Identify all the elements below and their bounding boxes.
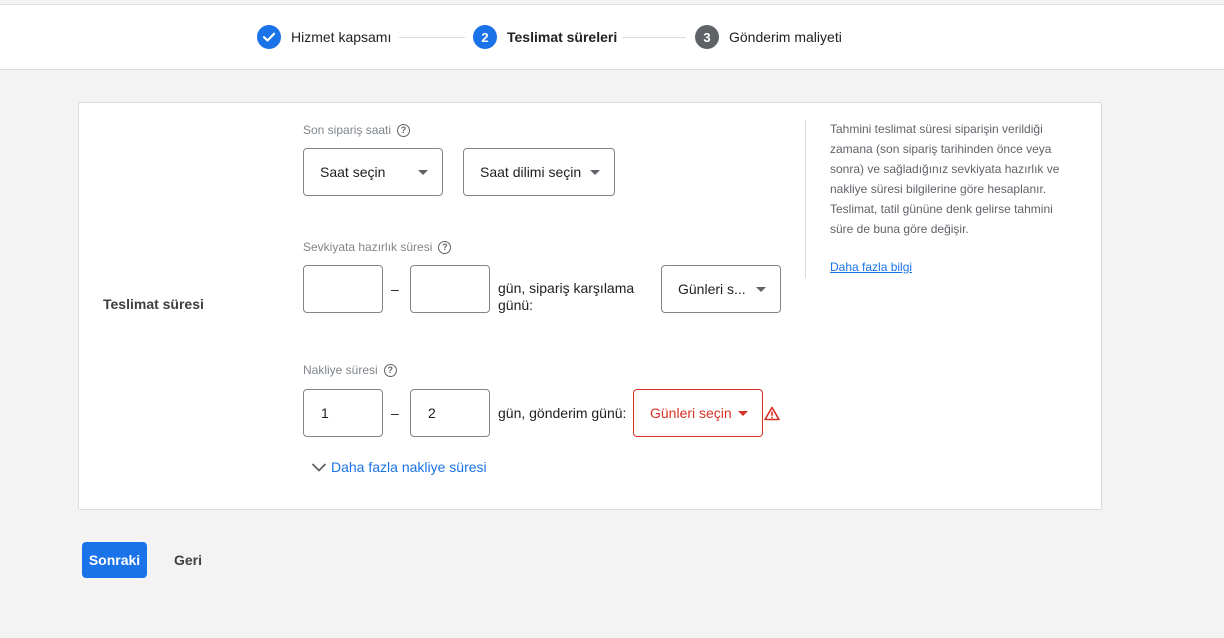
step-number: 2 [473,25,497,49]
dropdown-arrow-icon [590,170,600,175]
handling-min-input[interactable] [303,265,383,313]
transit-label-row: Nakliye süresi ? [303,363,397,377]
transit-max-input[interactable] [410,389,490,437]
step-number: 3 [695,25,719,49]
stepper: Hizmet kapsamı 2 Teslimat süreleri 3 Gön… [0,4,1224,70]
handling-days-select[interactable]: Günleri s... [661,265,781,313]
chevron-down-icon [311,463,327,472]
warning-icon [764,406,780,426]
next-button[interactable]: Sonraki [82,542,147,578]
delivery-time-card: Teslimat süresi Son sipariş saati ? Saat… [78,102,1102,510]
select-value: Saat seçin [320,164,386,180]
cutoff-label-row: Son sipariş saati ? [303,123,411,137]
step-service-scope[interactable]: Hizmet kapsamı [257,25,391,49]
handling-max-input[interactable] [410,265,490,313]
cutoff-time-select[interactable]: Saat seçin [303,148,443,196]
more-transit-label: Daha fazla nakliye süresi [331,459,487,475]
step-connector [399,37,465,38]
handling-label-row: Sevkiyata hazırlık süresi ? [303,240,452,254]
transit-days-select[interactable]: Günleri seçin [633,389,763,437]
timezone-select[interactable]: Saat dilimi seçin [463,148,615,196]
check-icon [257,25,281,49]
step-connector [622,37,686,38]
back-button[interactable]: Geri [160,542,216,578]
step-label: Teslimat süreleri [507,29,618,45]
step-label: Hizmet kapsamı [291,29,392,45]
range-dash: – [391,281,399,297]
select-value: Günleri s... [678,281,746,297]
dropdown-arrow-icon [756,287,766,292]
step-delivery-times[interactable]: 2 Teslimat süreleri [473,25,617,49]
info-divider [805,120,806,278]
learn-more-link[interactable]: Daha fazla bilgi [830,260,912,274]
section-label: Teslimat süresi [103,296,204,312]
handling-label: Sevkiyata hazırlık süresi [303,240,433,254]
step-label: Gönderim maliyeti [729,29,842,45]
select-value: Günleri seçin [650,405,732,421]
handling-suffix: gün, sipariş karşılama günü: [498,280,635,313]
step-shipping-cost[interactable]: 3 Gönderim maliyeti [695,25,842,49]
select-value: Saat dilimi seçin [480,164,582,180]
help-icon[interactable]: ? [438,240,452,254]
info-text: Tahmini teslimat süresi siparişin verild… [830,122,1060,236]
transit-min-input[interactable] [303,389,383,437]
help-icon[interactable]: ? [383,363,397,377]
help-icon[interactable]: ? [397,123,411,137]
dropdown-arrow-icon [738,411,748,416]
transit-suffix: gün, gönderim günü: [498,405,627,421]
cutoff-label: Son sipariş saati [303,123,392,137]
dropdown-arrow-icon [418,170,428,175]
more-transit-times-link[interactable]: Daha fazla nakliye süresi [311,459,487,475]
transit-label: Nakliye süresi [303,363,378,377]
range-dash: – [391,405,399,421]
